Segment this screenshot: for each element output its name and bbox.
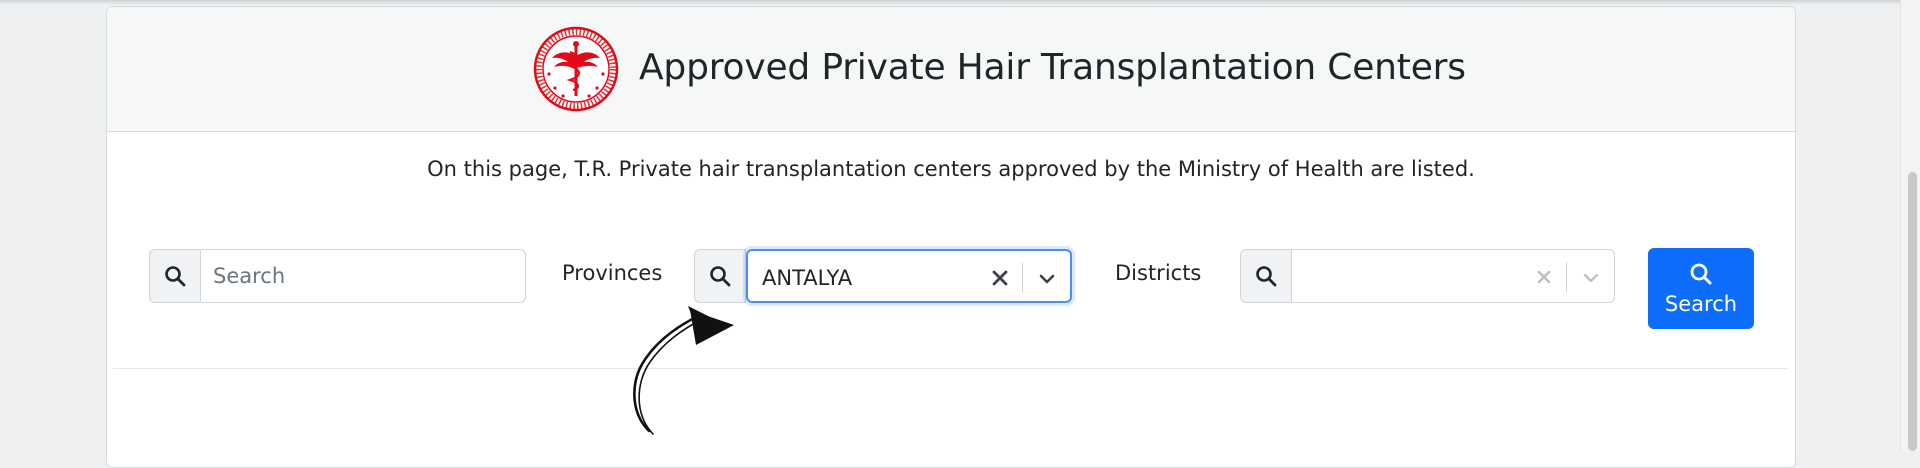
districts-select[interactable] bbox=[1292, 249, 1615, 303]
districts-input-group bbox=[1240, 249, 1615, 303]
districts-label: Districts bbox=[1115, 261, 1202, 285]
clear-icon[interactable] bbox=[990, 268, 1010, 288]
hand-drawn-arrow-icon bbox=[633, 306, 734, 435]
chevron-down-icon[interactable] bbox=[1581, 268, 1601, 288]
search-icon bbox=[1240, 249, 1292, 303]
clear-icon[interactable] bbox=[1534, 267, 1554, 287]
select-separator bbox=[1022, 263, 1023, 293]
page-description: On this page, T.R. Private hair transpla… bbox=[427, 157, 1475, 181]
chevron-down-icon[interactable] bbox=[1037, 269, 1057, 289]
card-header: Approved Private Hair Transplantation Ce… bbox=[107, 7, 1795, 132]
top-shadow bbox=[0, 0, 1920, 5]
search-field-wrapper bbox=[201, 249, 526, 303]
provinces-selected-value: ANTALYA bbox=[762, 266, 853, 290]
search-icon bbox=[149, 249, 201, 303]
scrollbar-thumb[interactable] bbox=[1908, 172, 1917, 451]
search-input-group bbox=[149, 249, 526, 303]
select-separator bbox=[1566, 262, 1567, 292]
page-title: Approved Private Hair Transplantation Ce… bbox=[639, 47, 1466, 88]
provinces-input-group: ANTALYA bbox=[694, 249, 1072, 303]
divider bbox=[113, 368, 1789, 369]
search-icon bbox=[1690, 263, 1712, 284]
provinces-label: Provinces bbox=[562, 261, 663, 285]
ministry-of-health-seal-icon bbox=[533, 26, 619, 112]
search-button[interactable]: Search bbox=[1648, 248, 1754, 329]
provinces-select[interactable]: ANTALYA bbox=[746, 249, 1072, 303]
search-input[interactable] bbox=[201, 250, 525, 302]
content-card: Approved Private Hair Transplantation Ce… bbox=[106, 6, 1796, 468]
search-button-label: Search bbox=[1664, 291, 1738, 316]
search-icon bbox=[694, 249, 746, 303]
